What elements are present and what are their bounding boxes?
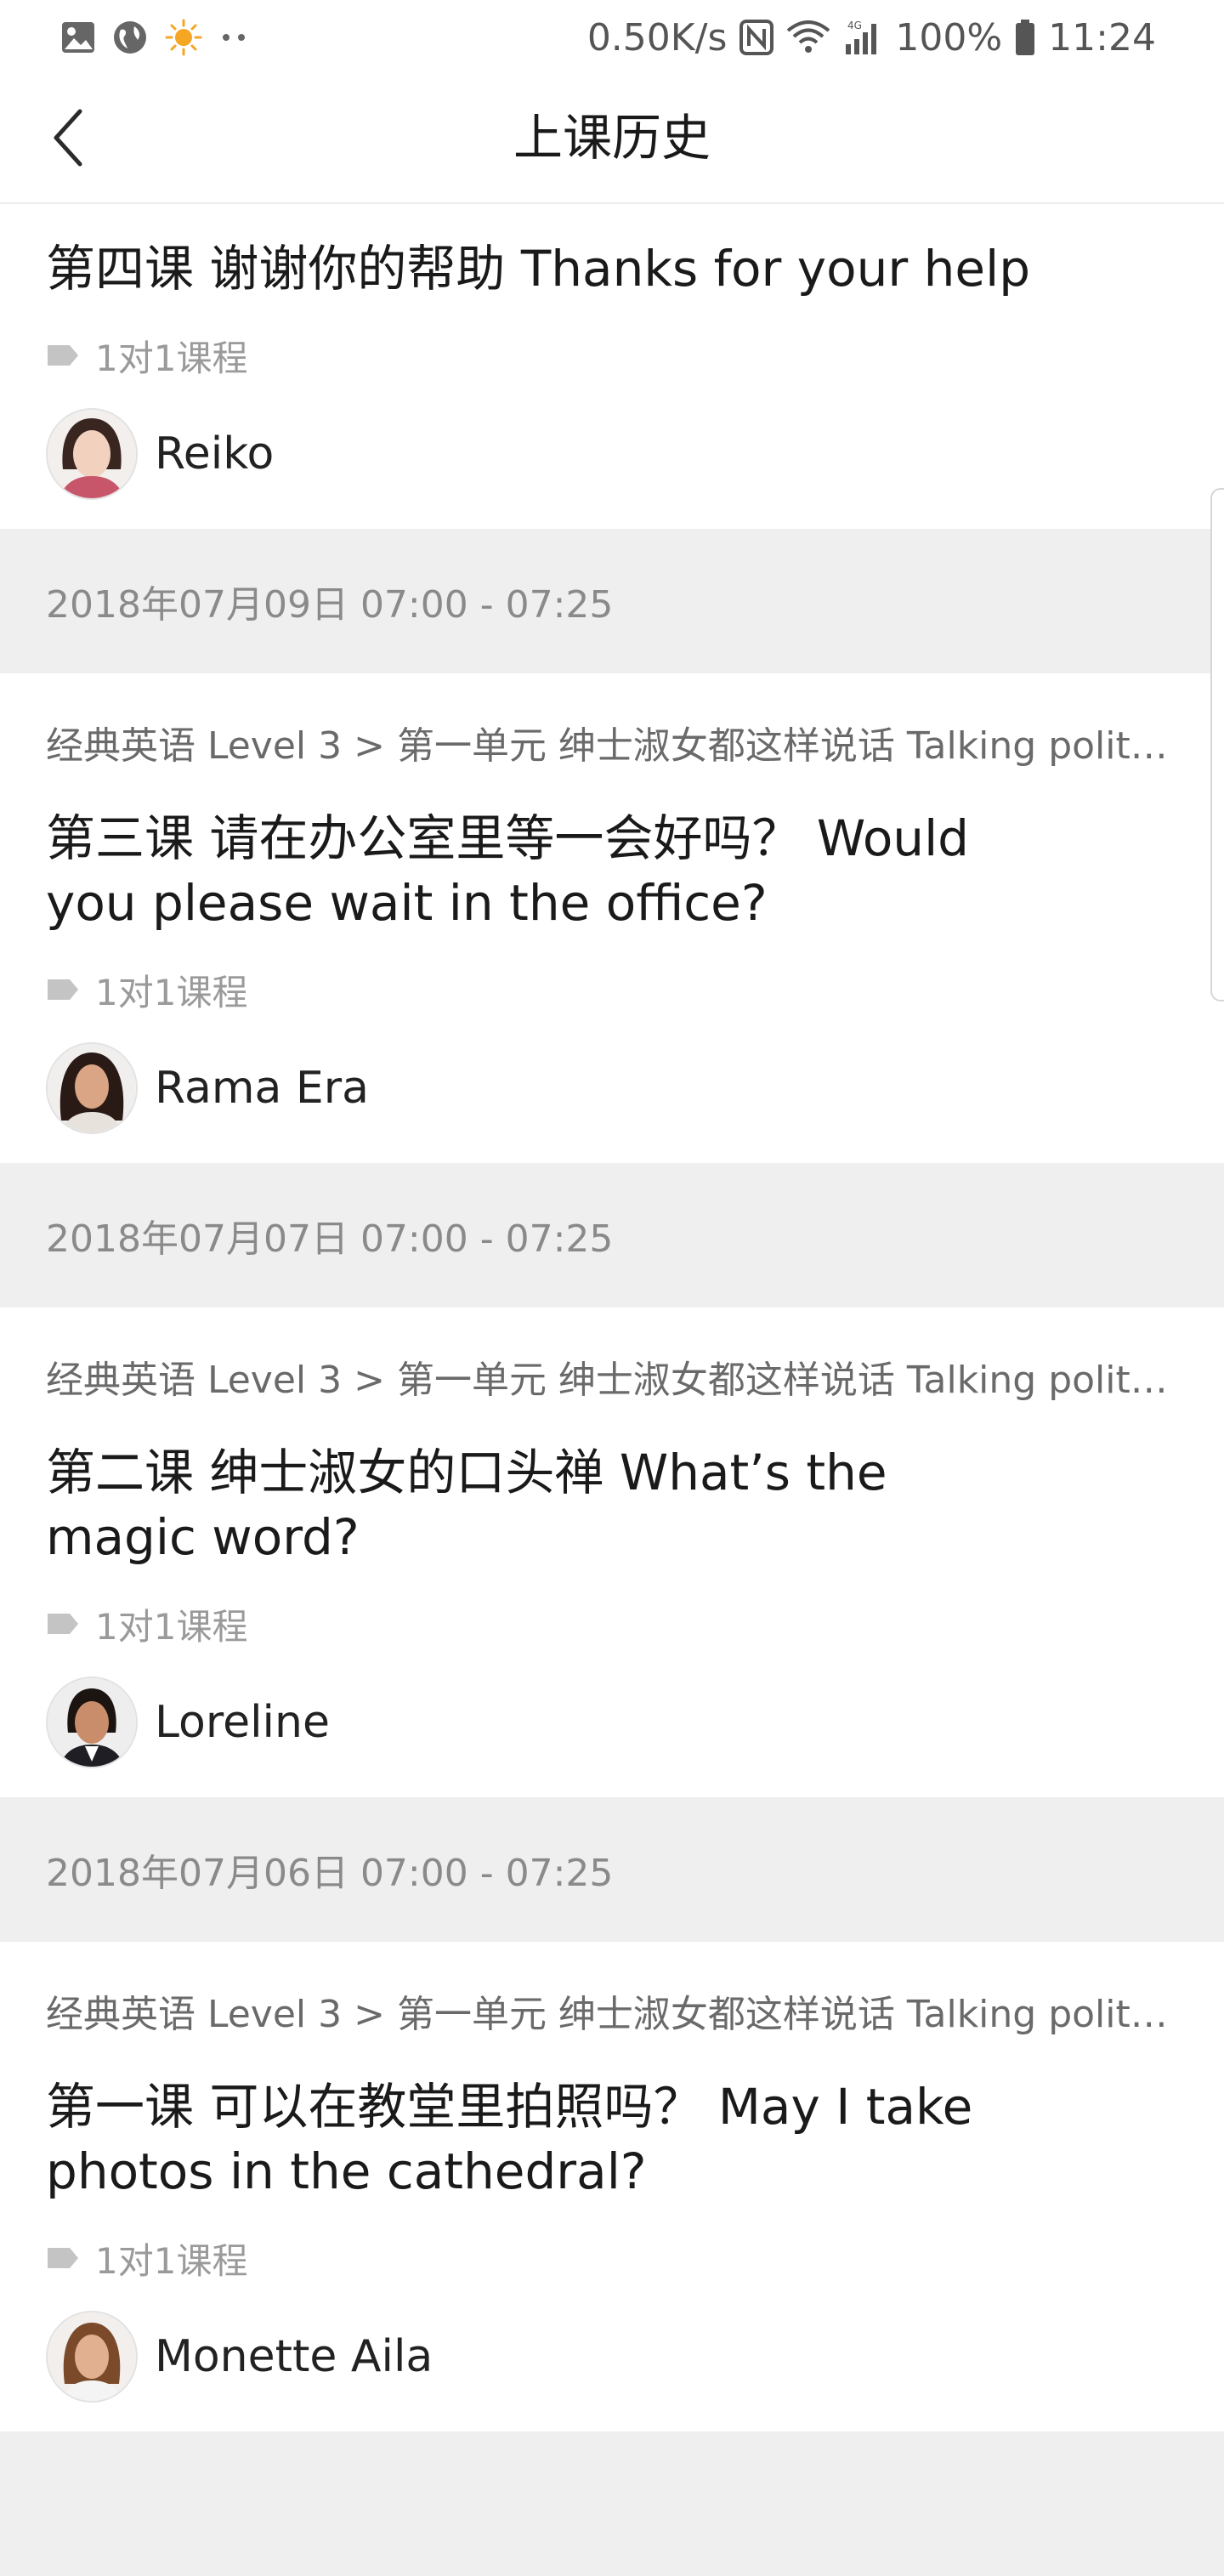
teacher-name: Reiko (155, 428, 275, 479)
avatar (46, 1677, 138, 1768)
course-tag-label: 1对1课程 (95, 337, 248, 379)
page-title: 上课历史 (513, 109, 711, 167)
date-header: 2018年07月09日 07:00 - 07:25 (0, 529, 1224, 673)
tag-icon (46, 343, 80, 367)
tag-icon (46, 1612, 80, 1636)
lesson-history-list: 第四课 谢谢你的帮助 Thanks for your help 1对1课程 Re… (0, 204, 1224, 2576)
course-tag: 1对1课程 (46, 1600, 1178, 1648)
teacher-row: Monette Aila (46, 2311, 1178, 2431)
teacher-row: Reiko (46, 408, 1178, 529)
date-header: 2018年07月06日 07:00 - 07:25 (0, 1797, 1224, 1942)
course-breadcrumb: 经典英语 Level 3 > 第一单元 绅士淑女都这样说话 Talking po… (46, 724, 1178, 768)
scroll-indicator[interactable] (1210, 488, 1224, 1001)
avatar (46, 408, 138, 500)
battery-icon (1014, 19, 1036, 56)
lesson-title: 第二课 绅士淑女的口头禅 What’s the magic word? (46, 1444, 887, 1566)
teacher-name: Loreline (155, 1697, 330, 1748)
course-tag: 1对1课程 (46, 966, 1178, 1013)
lesson-title: 第一课 可以在教堂里拍照吗？ May I take photos in the … (46, 2078, 973, 2200)
teacher-row: Loreline (46, 1677, 1178, 1797)
wifi-icon (786, 20, 830, 54)
cellular-signal-icon: 4G (842, 19, 883, 56)
lesson-title: 第三课 请在办公室里等一会好吗？ Would you please wait i… (46, 809, 970, 932)
network-type-label: 4G (847, 20, 862, 31)
date-header: 2018年07月07日 07:00 - 07:25 (0, 1163, 1224, 1308)
lesson-card[interactable]: 经典英语 Level 3 > 第一单元 绅士淑女都这样说话 Talking po… (0, 1942, 1224, 2431)
lesson-card[interactable]: 经典英语 Level 3 > 第一单元 绅士淑女都这样说话 Talking po… (0, 673, 1224, 1163)
date-header-partial (0, 2431, 1224, 2576)
tag-icon (46, 978, 80, 1001)
lesson-card[interactable]: 第四课 谢谢你的帮助 Thanks for your help 1对1课程 Re… (0, 204, 1224, 529)
teacher-name: Monette Aila (155, 2331, 434, 2382)
status-bar: 0.50K/s 4G 100% 11:24 (0, 0, 1224, 73)
course-tag: 1对1课程 (46, 2234, 1178, 2282)
nfc-icon (739, 19, 774, 56)
lesson-card[interactable]: 经典英语 Level 3 > 第一单元 绅士淑女都这样说话 Talking po… (0, 1308, 1224, 1797)
status-right: 0.50K/s 4G 100% 11:24 (587, 12, 1156, 63)
course-tag: 1对1课程 (46, 332, 1178, 379)
lesson-title: 第四课 谢谢你的帮助 Thanks for your help (46, 240, 1031, 298)
course-tag-label: 1对1课程 (95, 971, 248, 1013)
course-breadcrumb: 经典英语 Level 3 > 第一单元 绅士淑女都这样说话 Talking po… (46, 1359, 1178, 1402)
image-icon (61, 21, 95, 54)
avatar (46, 2311, 138, 2403)
teacher-name: Rama Era (155, 1063, 370, 1114)
tag-icon (46, 2246, 80, 2270)
clock: 11:24 (1048, 15, 1156, 60)
battery-percent: 100% (895, 15, 1003, 60)
teacher-row: Rama Era (46, 1042, 1178, 1163)
net-speed: 0.50K/s (586, 15, 728, 60)
globe-icon (112, 20, 148, 55)
status-left-icons (61, 19, 267, 56)
course-tag-label: 1对1课程 (95, 1605, 248, 1648)
avatar (46, 1042, 138, 1134)
course-breadcrumb: 经典英语 Level 3 > 第一单元 绅士淑女都这样说话 Talking po… (46, 1993, 1178, 2036)
sun-icon (165, 19, 202, 56)
more-dots-icon (219, 32, 250, 43)
app-header: 上课历史 (0, 73, 1224, 204)
course-tag-label: 1对1课程 (95, 2239, 248, 2282)
